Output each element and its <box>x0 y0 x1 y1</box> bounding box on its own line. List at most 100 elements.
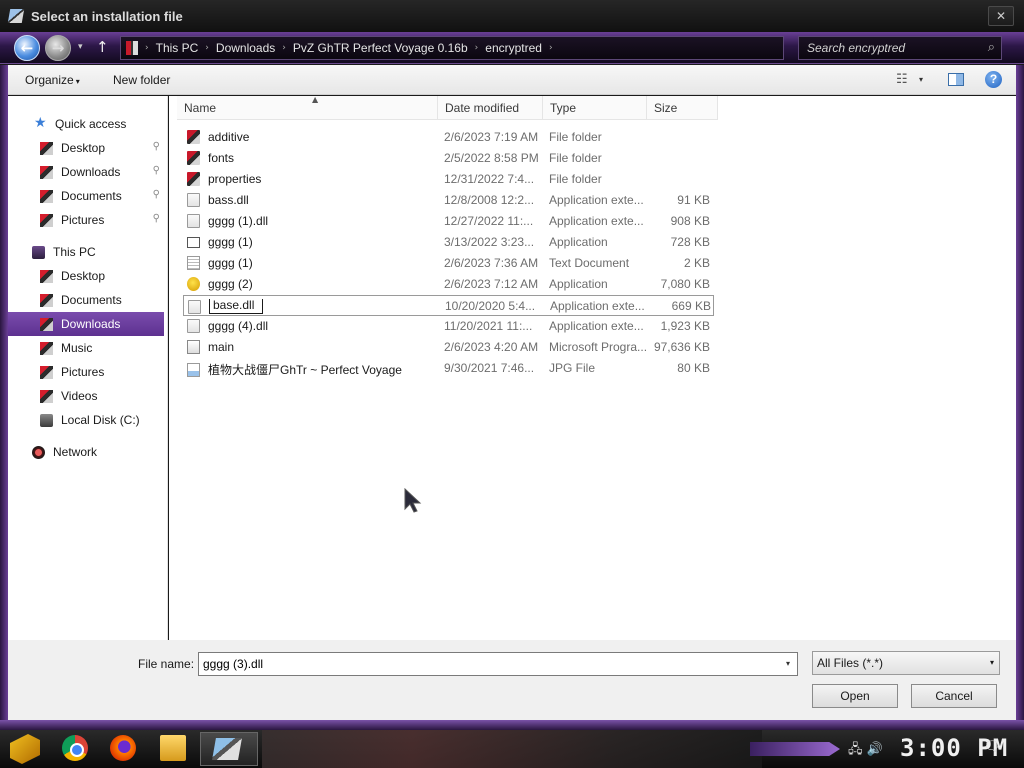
sidebar-item-label: Music <box>61 341 93 355</box>
file-size: 91 KB <box>677 193 710 207</box>
breadcrumb-separator-icon[interactable]: › <box>475 43 479 53</box>
network-icon <box>32 445 45 459</box>
sidebar-item-pc-pictures[interactable]: Pictures <box>8 360 164 384</box>
file-date: 12/27/2022 11:... <box>444 214 534 228</box>
breadcrumb-separator-icon[interactable]: › <box>282 43 286 53</box>
sidebar-item-pictures[interactable]: Pictures ⚲ <box>8 208 164 232</box>
breadcrumb-separator-icon[interactable]: › <box>205 43 209 53</box>
sidebar-item-downloads[interactable]: Downloads ⚲ <box>8 160 164 184</box>
breadcrumb-separator-icon[interactable]: › <box>549 43 553 53</box>
file-name-dropdown-icon[interactable]: ▾ <box>786 659 790 668</box>
file-size: 669 KB <box>671 299 711 313</box>
table-row[interactable]: 植物大战僵尸GhTr ~ Perfect Voyage 9/30/2021 7:… <box>183 358 714 379</box>
view-options-chevron-icon[interactable]: ▾ <box>919 75 923 84</box>
rename-input[interactable]: base.dll <box>209 299 263 314</box>
sidebar-item-videos[interactable]: Videos <box>8 384 164 408</box>
new-folder-button[interactable]: New folder <box>113 73 170 87</box>
table-row[interactable]: gggg (1) 3/13/2022 3:23... Application 7… <box>183 232 714 253</box>
sidebar-item-pc-desktop[interactable]: Desktop <box>8 264 164 288</box>
system-tray-icons[interactable]: 🖧 🔊 <box>848 740 883 762</box>
forward-button[interactable]: → <box>45 35 71 61</box>
dll-file-icon <box>187 193 200 207</box>
file-type-filter-select[interactable]: All Files (*.*) ▾ <box>812 651 1000 675</box>
file-type: Microsoft Progra... <box>549 340 648 354</box>
file-name: bass.dll <box>208 193 249 207</box>
file-name-input[interactable] <box>198 652 798 676</box>
folder-icon <box>187 172 200 186</box>
sidebar-item-pc-documents[interactable]: Documents <box>8 288 164 312</box>
column-header-type[interactable]: Type <box>543 96 647 120</box>
open-button[interactable]: Open <box>812 684 898 708</box>
sidebar-item-network[interactable]: Network <box>8 440 164 464</box>
sidebar-item-label: Local Disk (C:) <box>61 413 140 427</box>
file-explorer-taskbar-icon[interactable] <box>160 735 186 761</box>
sidebar-item-label: Desktop <box>61 269 106 283</box>
table-row[interactable]: additive 2/6/2023 7:19 AM File folder <box>183 127 714 148</box>
file-type: Application <box>549 235 608 249</box>
table-row[interactable]: fonts 2/5/2022 8:58 PM File folder <box>183 148 714 169</box>
cancel-button[interactable]: Cancel <box>911 684 997 708</box>
file-date: 2/6/2023 7:36 AM <box>444 256 539 270</box>
sidebar-item-pc-downloads[interactable]: Downloads <box>8 312 164 336</box>
sidebar-item-quick-access[interactable]: ★ Quick access <box>8 112 164 136</box>
back-button[interactable]: ← <box>14 35 40 61</box>
notifications-icon[interactable]: 🗨 <box>983 739 1001 755</box>
sidebar-item-local-disk[interactable]: Local Disk (C:) <box>8 408 164 432</box>
folder-icon <box>40 165 53 179</box>
file-name: 植物大战僵尸GhTr ~ Perfect Voyage <box>208 363 402 377</box>
breadcrumb-separator-icon[interactable]: › <box>145 43 149 53</box>
column-header-size[interactable]: Size <box>647 96 718 120</box>
breadcrumb-pvz-folder[interactable]: PvZ GhTR Perfect Voyage 0.16b <box>293 41 468 55</box>
search-icon[interactable]: ⌕ <box>988 40 995 55</box>
chrome-taskbar-icon[interactable] <box>62 735 88 761</box>
sidebar-item-documents[interactable]: Documents ⚲ <box>8 184 164 208</box>
organize-label: Organize <box>25 73 74 87</box>
sidebar-item-music[interactable]: Music <box>8 336 164 360</box>
file-type: File folder <box>549 151 602 165</box>
up-folder-button[interactable]: ↑ <box>96 38 109 56</box>
window-frame-bottom <box>0 720 1024 730</box>
sidebar-item-desktop[interactable]: Desktop ⚲ <box>8 136 164 160</box>
table-row[interactable]: gggg (4).dll 11/20/2021 11:... Applicati… <box>183 316 714 337</box>
search-box[interactable]: ⌕ <box>798 36 1002 60</box>
change-view-icon[interactable]: ☷ <box>896 72 908 87</box>
recent-locations-dropdown-icon[interactable]: ▾ <box>78 42 83 52</box>
duck-application-icon <box>187 277 200 291</box>
dll-file-icon <box>188 299 201 314</box>
file-name: gggg (1) <box>208 235 253 249</box>
chevron-down-icon: ▾ <box>989 658 994 667</box>
table-row[interactable]: gggg (1).dll 12/27/2022 11:... Applicati… <box>183 211 714 232</box>
close-button[interactable]: ✕ <box>988 6 1014 26</box>
search-input[interactable] <box>799 37 979 59</box>
folder-icon <box>187 151 200 165</box>
folder-icon <box>187 130 200 144</box>
file-name: main <box>208 340 235 354</box>
file-date: 2/6/2023 7:19 AM <box>444 130 539 144</box>
sidebar-item-label: Videos <box>61 389 98 403</box>
organize-button[interactable]: Organize ▾ <box>25 73 80 87</box>
table-row[interactable]: gggg (1) 2/6/2023 7:36 AM Text Document … <box>183 253 714 274</box>
file-type: JPG File <box>549 361 596 375</box>
taskbar: 🖧 🔊 3:00 PM 🗨 <box>0 730 1024 768</box>
installer-app-icon <box>7 9 25 23</box>
file-type: Application <box>549 277 608 291</box>
table-row[interactable]: properties 12/31/2022 7:4... File folder <box>183 169 714 190</box>
table-row[interactable]: main 2/6/2023 4:20 AM Microsoft Progra..… <box>183 337 714 358</box>
breadcrumb-downloads[interactable]: Downloads <box>216 41 275 55</box>
firefox-taskbar-icon[interactable] <box>110 735 136 761</box>
table-row[interactable]: bass.dll 12/8/2008 12:2... Application e… <box>183 190 714 211</box>
column-header-date[interactable]: Date modified <box>438 96 543 120</box>
sidebar-item-this-pc[interactable]: This PC <box>8 240 164 264</box>
dialog-footer: File name: ▾ All Files (*.*) ▾ Open Canc… <box>8 640 1016 720</box>
preview-pane-icon[interactable] <box>948 73 964 86</box>
table-row[interactable]: gggg (2) 2/6/2023 7:12 AM Application 7,… <box>183 274 714 295</box>
start-button[interactable] <box>10 734 40 764</box>
table-row-renaming[interactable]: base.dll 10/20/2020 5:4... Application e… <box>183 295 714 316</box>
program-file-icon <box>187 340 200 354</box>
file-list: Name ▲ Date modified Type Size additive … <box>169 95 1016 640</box>
column-header-name[interactable]: Name ▲ <box>177 95 438 120</box>
help-icon[interactable]: ? <box>985 71 1002 88</box>
address-bar[interactable]: › This PC › Downloads › PvZ GhTR Perfect… <box>120 36 784 60</box>
breadcrumb-this-pc[interactable]: This PC <box>156 41 199 55</box>
breadcrumb-encryptred[interactable]: encryptred <box>485 41 542 55</box>
